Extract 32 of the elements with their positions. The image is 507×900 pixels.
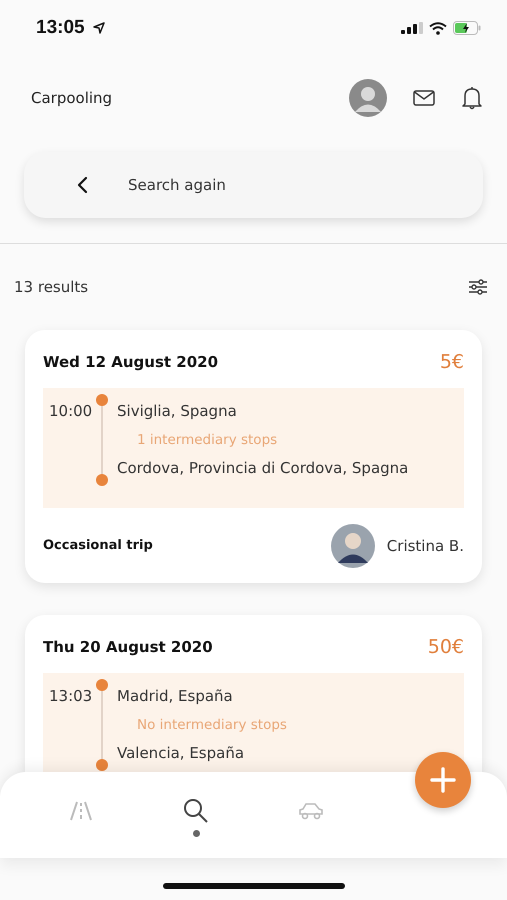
battery-icon — [453, 21, 481, 35]
arrival-place: Valencia, España — [117, 743, 246, 764]
trip-price: 5€ — [440, 351, 464, 373]
avatar[interactable] — [349, 79, 387, 117]
trip-date: Wed 12 August 2020 — [43, 353, 218, 371]
filter-icon[interactable] — [468, 279, 488, 295]
intermediary-stops: 1 intermediary stops — [137, 431, 278, 450]
departure-time: 10:00 — [49, 402, 93, 420]
trip-card[interactable]: Thu 20 August 2020 50€ 13:03 Madrid, España No intermediary stops Valencia, España — [25, 615, 482, 773]
mail-icon[interactable] — [413, 90, 435, 106]
wifi-icon — [429, 22, 447, 34]
intermediary-stops: No intermediary stops — [137, 716, 287, 735]
results-count: 13 results — [14, 278, 88, 296]
departure-place: Madrid, España — [117, 686, 234, 707]
trip-date: Thu 20 August 2020 — [43, 638, 213, 656]
active-tab-dot — [192, 830, 200, 836]
plus-icon — [430, 767, 456, 793]
trip-price: 50€ — [428, 636, 464, 658]
notification-bell-icon[interactable] — [461, 86, 483, 110]
departure-time: 13:03 — [49, 687, 93, 705]
trip-type: Occasional trip — [43, 538, 153, 553]
departure-place: Siviglia, Spagna — [117, 401, 238, 422]
status-time: 13:05 — [36, 17, 85, 39]
trip-card[interactable]: Wed 12 August 2020 5€ 10:00 Siviglia, Spagna 1 intermediary stops Cordova, Provincia di Cordova, Spagna Occasional trip Cristina B. — [25, 330, 482, 583]
arrival-place: Cordova, Provincia di Cordova, Spagna — [117, 458, 408, 479]
location-arrow-icon — [92, 22, 105, 34]
signal-icon — [401, 22, 423, 34]
search-icon[interactable] — [183, 798, 210, 824]
avatar — [330, 524, 375, 568]
driver-name: Cristina B. — [386, 536, 464, 554]
search-again-button[interactable]: Search again — [24, 152, 483, 218]
app-title: Carpooling — [31, 89, 112, 107]
